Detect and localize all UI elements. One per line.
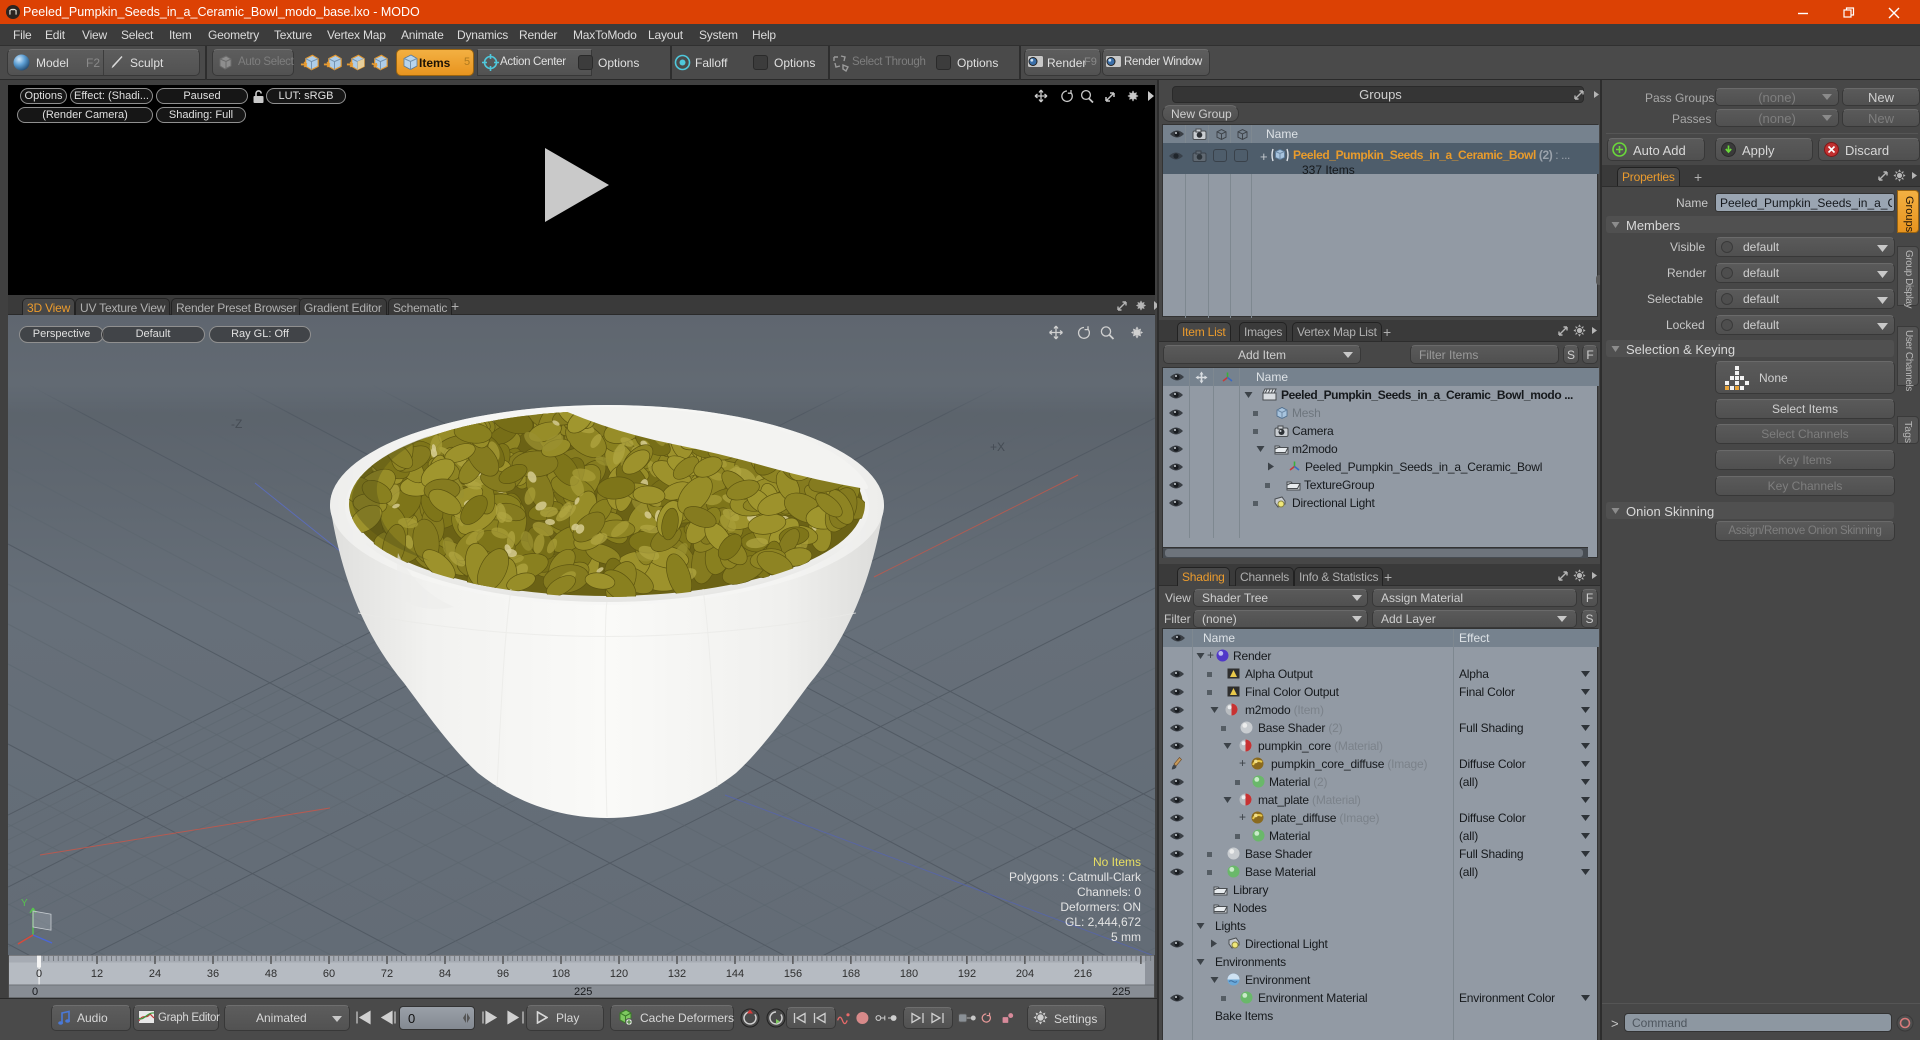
svg-text:0: 0 — [32, 986, 38, 998]
svg-text:192: 192 — [958, 968, 976, 980]
svg-text:96: 96 — [497, 968, 509, 980]
svg-text:120: 120 — [610, 968, 628, 980]
svg-text:72: 72 — [381, 968, 393, 980]
svg-text:132: 132 — [668, 968, 686, 980]
svg-text:168: 168 — [842, 968, 860, 980]
svg-text:84: 84 — [439, 968, 451, 980]
svg-text:216: 216 — [1074, 968, 1092, 980]
svg-text:204: 204 — [1016, 968, 1034, 980]
svg-text:144: 144 — [726, 968, 744, 980]
svg-text:Deformers: ON: Deformers: ON — [1060, 900, 1141, 914]
svg-text:225: 225 — [574, 986, 592, 998]
svg-text:0: 0 — [36, 968, 42, 980]
svg-text:48: 48 — [265, 968, 277, 980]
svg-text:24: 24 — [149, 968, 161, 980]
svg-text:Polygons : Catmull-Clark: Polygons : Catmull-Clark — [1009, 870, 1142, 884]
svg-text:-Z: -Z — [231, 417, 242, 431]
svg-text:156: 156 — [784, 968, 802, 980]
svg-text:Y: Y — [21, 898, 28, 909]
svg-text:Channels: 0: Channels: 0 — [1077, 885, 1141, 899]
svg-text:+X: +X — [990, 440, 1005, 454]
svg-text:No Items: No Items — [1093, 855, 1141, 869]
svg-text:36: 36 — [207, 968, 219, 980]
svg-text:GL: 2,444,672: GL: 2,444,672 — [1065, 915, 1141, 929]
svg-text:5 mm: 5 mm — [1111, 930, 1141, 944]
svg-text:12: 12 — [91, 968, 103, 980]
svg-text:180: 180 — [900, 968, 918, 980]
svg-text:108: 108 — [552, 968, 570, 980]
svg-text:60: 60 — [323, 968, 335, 980]
svg-text:225: 225 — [1112, 986, 1130, 998]
